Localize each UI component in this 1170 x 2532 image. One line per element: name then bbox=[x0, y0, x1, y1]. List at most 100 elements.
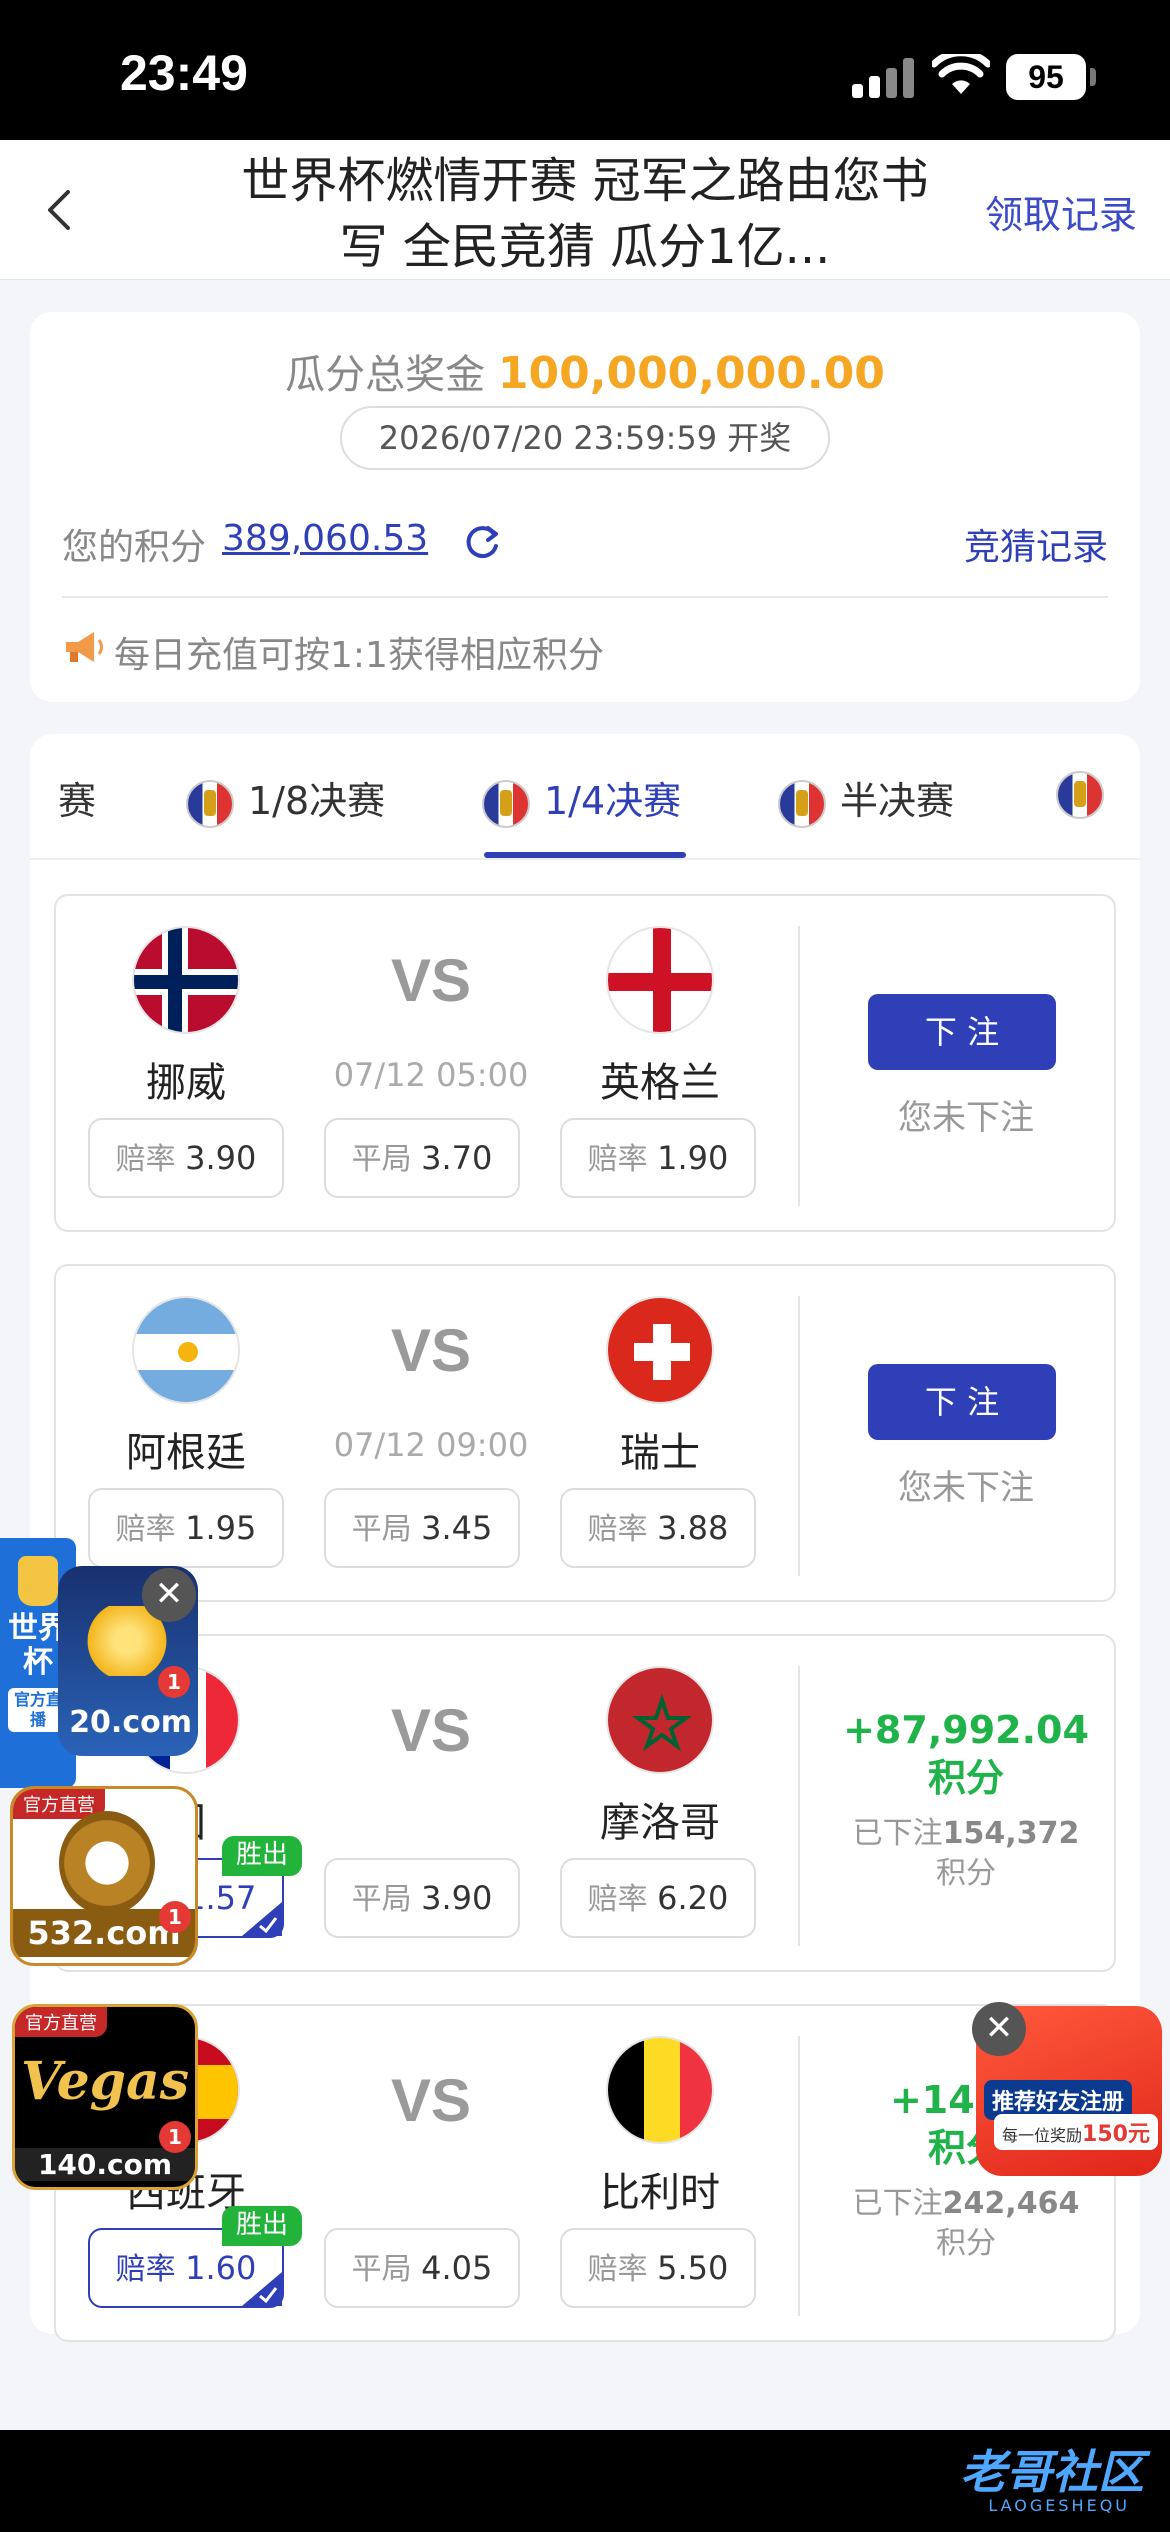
odds-value: 5.50 bbox=[657, 2249, 729, 2287]
status-time: 23:49 bbox=[120, 45, 248, 101]
match-card: 国 VS 摩洛哥 赔率 1.57 胜出 平局 3.90 赔率 6.20 +87,… bbox=[54, 1634, 1116, 1972]
nav-bar: 世界杯燃情开赛 冠军之路由您书写 全民竞猜 瓜分1亿... 领取记录 bbox=[0, 140, 1170, 280]
tab-final[interactable] bbox=[1056, 770, 1118, 819]
odds-value: 3.70 bbox=[421, 1139, 493, 1177]
odds-label: 赔率 bbox=[587, 2252, 648, 2287]
away-team-name: 瑞士 bbox=[620, 1430, 700, 1476]
bet-status: 您未下注 bbox=[898, 1468, 1034, 1508]
away-team-name: 英格兰 bbox=[600, 1060, 720, 1106]
megaphone-icon bbox=[66, 632, 103, 662]
close-icon[interactable]: ✕ bbox=[972, 2002, 1026, 2056]
prize-pool-amount: 100,000,000.00 bbox=[497, 348, 885, 399]
away-team-name: 摩洛哥 bbox=[600, 1800, 720, 1846]
staked-label: 已下注 bbox=[852, 1816, 943, 1851]
ad-domain: 20.com bbox=[69, 1705, 192, 1740]
odds-value: 3.88 bbox=[657, 1509, 729, 1547]
odds-value: 3.45 bbox=[421, 1509, 493, 1547]
place-bet-button[interactable]: 下 注 bbox=[868, 994, 1056, 1070]
watermark-logo: 老哥社区 bbox=[960, 2445, 1144, 2499]
away-odds-button[interactable]: 赔率 1.90 bbox=[560, 1118, 756, 1198]
away-odds-button[interactable]: 赔率 5.50 bbox=[560, 2228, 756, 2308]
odds-value: 6.20 bbox=[657, 1879, 729, 1917]
recharge-notice: 每日充值可按1:1获得相应积分 bbox=[114, 635, 604, 676]
ad-vegas-float[interactable]: 官方直营 Vegas 140.com 1 bbox=[12, 2004, 198, 2190]
home-odds-button[interactable]: 赔率 1.95 bbox=[88, 1488, 284, 1568]
trophy-icon bbox=[186, 779, 234, 828]
match-card: 阿根廷 VS 07/12 09:00 瑞士 赔率 1.95 平局 3.45 赔率… bbox=[54, 1264, 1116, 1602]
close-icon[interactable]: ✕ bbox=[142, 1568, 196, 1622]
draw-time: 2026/07/20 23:59:59 开奖 bbox=[340, 406, 830, 470]
vs-label: VS bbox=[390, 1317, 472, 1384]
match-time: 07/12 09:00 bbox=[333, 1426, 529, 1464]
tab-round-of-16[interactable]: 1/8决赛 bbox=[186, 770, 385, 828]
switzerland-flag-icon bbox=[606, 1296, 714, 1404]
tab-label: 1/8决赛 bbox=[248, 779, 386, 823]
gain-unit: 积分 bbox=[927, 1756, 1004, 1800]
staked-unit: 积分 bbox=[936, 1856, 996, 1891]
staked-label: 已下注 bbox=[852, 2186, 943, 2221]
staked-points: 已下注154,372 积分 bbox=[816, 1814, 1116, 1894]
odds-label: 平局 bbox=[351, 1142, 412, 1177]
check-icon bbox=[242, 2272, 282, 2306]
draw-odds-button[interactable]: 平局 4.05 bbox=[324, 2228, 520, 2308]
draw-odds-button[interactable]: 平局 3.70 bbox=[324, 1118, 520, 1198]
signal-icon bbox=[852, 58, 916, 98]
ad-domain: 140.com bbox=[15, 2148, 195, 2181]
away-odds-button[interactable]: 赔率 6.20 bbox=[560, 1858, 756, 1938]
away-odds-button[interactable]: 赔率 3.88 bbox=[560, 1488, 756, 1568]
odds-label: 赔率 bbox=[115, 1512, 176, 1547]
tab-semi-final[interactable]: 半决赛 bbox=[778, 770, 954, 828]
home-team-name: 阿根廷 bbox=[126, 1430, 246, 1476]
back-icon[interactable] bbox=[30, 180, 90, 240]
home-team-name: 挪威 bbox=[146, 1060, 226, 1106]
bet-record-link[interactable]: 竞猜记录 bbox=[964, 518, 1108, 570]
page-title: 世界杯燃情开赛 冠军之路由您书写 全民竞猜 瓜分1亿... bbox=[241, 153, 929, 275]
morocco-flag-icon bbox=[606, 1666, 714, 1774]
refer-sub-value: 150元 bbox=[1082, 2122, 1150, 2147]
match-card: 西班牙 VS 比利时 赔率 1.60 胜出 平局 4.05 赔率 5.50 +1… bbox=[54, 2004, 1116, 2342]
ad-532-float[interactable]: 官方直营 532.com 1 bbox=[10, 1786, 198, 1966]
vs-label: VS bbox=[390, 1697, 472, 1764]
bet-status: 您未下注 bbox=[898, 1098, 1034, 1138]
trophy-icon bbox=[18, 1556, 58, 1606]
prize-pool-card: 瓜分总奖金 100,000,000.00 2026/07/20 23:59:59… bbox=[30, 312, 1140, 702]
refresh-icon[interactable] bbox=[460, 520, 504, 564]
odds-value: 3.90 bbox=[185, 1139, 257, 1177]
divider bbox=[62, 596, 1108, 598]
vs-label: VS bbox=[390, 947, 472, 1014]
place-bet-button[interactable]: 下 注 bbox=[868, 1364, 1056, 1440]
odds-label: 平局 bbox=[351, 1882, 412, 1917]
trophy-icon bbox=[778, 779, 826, 828]
trophy-icon bbox=[482, 779, 530, 828]
odds-label: 赔率 bbox=[587, 1512, 648, 1547]
prize-pool-label: 瓜分总奖金 bbox=[285, 352, 486, 398]
divider bbox=[798, 926, 800, 1206]
round-tabs: 赛 1/8决赛 1/4决赛 半决赛 bbox=[30, 734, 1140, 860]
divider bbox=[798, 2036, 800, 2316]
refer-subtitle: 每一位奖励150元 bbox=[994, 2114, 1158, 2150]
status-bar: 23:49 95 bbox=[0, 0, 1170, 140]
argentina-flag-icon bbox=[132, 1296, 240, 1404]
battery-icon: 95 bbox=[1006, 54, 1086, 100]
norway-flag-icon bbox=[132, 926, 240, 1034]
match-time: 07/12 05:00 bbox=[333, 1056, 529, 1094]
tab-quarter-final[interactable]: 1/4决赛 bbox=[482, 770, 681, 828]
staked-value: 154,372 bbox=[942, 1816, 1080, 1851]
odds-label: 平局 bbox=[351, 2252, 412, 2287]
points-value[interactable]: 389,060.53 bbox=[222, 518, 428, 559]
tab-label: 1/4决赛 bbox=[544, 779, 682, 823]
vegas-logo: Vegas bbox=[21, 2051, 189, 2112]
wifi-icon bbox=[932, 54, 990, 94]
draw-odds-button[interactable]: 平局 3.90 bbox=[324, 1858, 520, 1938]
claim-record-link[interactable]: 领取记录 bbox=[985, 184, 1137, 239]
home-odds-button[interactable]: 赔率 3.90 bbox=[88, 1118, 284, 1198]
away-team-name: 比利时 bbox=[600, 2170, 720, 2216]
tab-group-stage[interactable]: 赛 bbox=[58, 770, 96, 825]
staked-unit: 积分 bbox=[936, 2226, 996, 2261]
tab-active-indicator bbox=[484, 852, 686, 858]
battery-tip bbox=[1090, 68, 1096, 86]
draw-odds-button[interactable]: 平局 3.45 bbox=[324, 1488, 520, 1568]
home-odds-button[interactable]: 赔率 1.60 胜出 bbox=[88, 2206, 302, 2308]
odds-label: 平局 bbox=[351, 1512, 412, 1547]
notification-badge: 1 bbox=[159, 2121, 191, 2153]
